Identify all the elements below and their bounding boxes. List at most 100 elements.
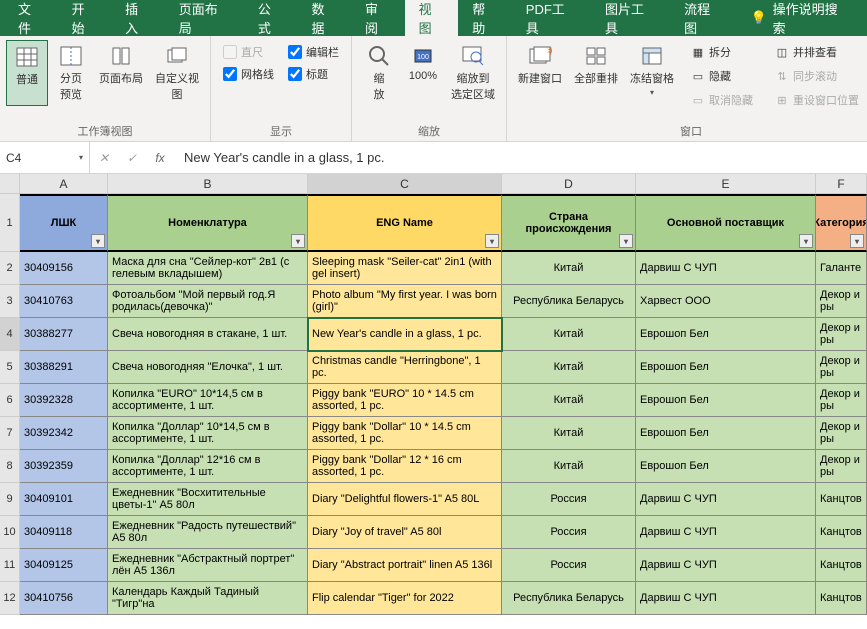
cell[interactable]: Декор и ры <box>816 417 867 450</box>
cell[interactable]: Еврошоп Бел <box>636 351 816 384</box>
cell[interactable]: Копилка "Доллар" 12*16 см в ассортименте… <box>108 450 308 483</box>
cell[interactable]: Харвест ООО <box>636 285 816 318</box>
cell[interactable]: Piggy bank "Dollar" 10 * 14.5 cm assorte… <box>308 417 502 450</box>
cell[interactable]: Ежедневник "Восхитительные цветы-1" А5 8… <box>108 483 308 516</box>
cell[interactable]: Diary "Delightful flowers-1" A5 80L <box>308 483 502 516</box>
page-break-preview-button[interactable]: 分页 预览 <box>50 40 92 106</box>
ruler-checkbox[interactable]: 直尺 <box>223 44 274 60</box>
formula-input[interactable]: New Year's candle in a glass, 1 pc. <box>174 150 867 165</box>
row-header[interactable]: 7 <box>0 417 20 450</box>
cell[interactable]: Дарвиш С ЧУП <box>636 252 816 285</box>
cell[interactable]: Китай <box>502 351 636 384</box>
cell[interactable]: Еврошоп Бел <box>636 417 816 450</box>
cell[interactable]: Маска для сна "Сейлер-кот" 2в1 (с гелевы… <box>108 252 308 285</box>
table-header-cell[interactable]: ENG Name▾ <box>308 194 502 252</box>
cell[interactable]: Свеча новогодняя в стакане, 1 шт. <box>108 318 308 351</box>
cell[interactable]: Дарвиш С ЧУП <box>636 582 816 615</box>
cell[interactable]: 30392342 <box>20 417 108 450</box>
arrange-all-button[interactable]: 全部重排 <box>569 40 623 114</box>
cell[interactable]: Еврошоп Бел <box>636 384 816 417</box>
cell[interactable]: Diary "Abstract portrait" linen A5 136l <box>308 549 502 582</box>
column-header[interactable]: D <box>502 174 636 194</box>
custom-views-button[interactable]: 自定义视图 <box>150 40 204 106</box>
zoom-button[interactable]: 缩 放 <box>358 40 400 106</box>
row-header[interactable]: 9 <box>0 483 20 516</box>
tab-tell-me[interactable]: 💡操作说明搜索 <box>736 0 863 36</box>
cell[interactable]: Christmas candle "Herringbone", 1 pc. <box>308 351 502 384</box>
column-header[interactable]: E <box>636 174 816 194</box>
cell[interactable]: Sleeping mask "Seiler-cat" 2in1 (with ge… <box>308 252 502 285</box>
cell[interactable]: Дарвиш С ЧУП <box>636 516 816 549</box>
filter-button[interactable]: ▾ <box>485 234 499 248</box>
cell[interactable]: Декор и ры <box>816 450 867 483</box>
cell[interactable]: Декор и ры <box>816 318 867 351</box>
headings-checkbox[interactable]: 标题 <box>288 66 339 82</box>
column-header[interactable]: B <box>108 174 308 194</box>
tab-insert[interactable]: 插入 <box>111 0 165 36</box>
cell[interactable]: Свеча новогодняя "Елочка", 1 шт. <box>108 351 308 384</box>
cell[interactable]: 30409125 <box>20 549 108 582</box>
cell[interactable]: Китай <box>502 384 636 417</box>
cell[interactable]: 30409156 <box>20 252 108 285</box>
row-header[interactable]: 3 <box>0 285 20 318</box>
cell[interactable]: Photo album "My first year. I was born (… <box>308 285 502 318</box>
tab-help[interactable]: 帮助 <box>458 0 512 36</box>
sync-scroll-button[interactable]: ⇅同步滚动 <box>771 66 863 86</box>
column-header[interactable]: C <box>308 174 502 194</box>
tab-view[interactable]: 视图 <box>405 0 459 36</box>
column-header[interactable]: A <box>20 174 108 194</box>
tab-formulas[interactable]: 公式 <box>244 0 298 36</box>
cell[interactable]: Копилка "Доллар" 10*14,5 см в ассортимен… <box>108 417 308 450</box>
tab-picture-tools[interactable]: 图片工具 <box>591 0 670 36</box>
cell[interactable]: Еврошоп Бел <box>636 450 816 483</box>
enter-formula-button[interactable]: ✓ <box>118 142 146 173</box>
fx-icon[interactable]: fx <box>146 151 174 165</box>
cell[interactable]: 30392359 <box>20 450 108 483</box>
cell[interactable]: Китай <box>502 417 636 450</box>
cell[interactable]: Декор и ры <box>816 285 867 318</box>
cell[interactable]: Канцтов <box>816 483 867 516</box>
cell[interactable]: Канцтов <box>816 549 867 582</box>
gridlines-checkbox[interactable]: 网格线 <box>223 66 274 82</box>
cell[interactable]: Ежедневник "Радость путешествий" А5 80л <box>108 516 308 549</box>
cell[interactable]: 30410763 <box>20 285 108 318</box>
name-box[interactable]: C4 ▾ <box>0 142 90 173</box>
select-all-button[interactable] <box>0 174 20 194</box>
row-header[interactable]: 5 <box>0 351 20 384</box>
tab-data[interactable]: 数据 <box>297 0 351 36</box>
tab-home[interactable]: 开始 <box>58 0 112 36</box>
cell[interactable]: Декор и ры <box>816 384 867 417</box>
cell[interactable]: Flip calendar "Tiger" for 2022 <box>308 582 502 615</box>
row-header[interactable]: 1 <box>0 194 20 252</box>
row-header[interactable]: 12 <box>0 582 20 615</box>
filter-button[interactable]: ▾ <box>291 234 305 248</box>
cell[interactable]: Республика Беларусь <box>502 582 636 615</box>
freeze-panes-button[interactable]: 冻结窗格 ▾ <box>625 40 679 114</box>
filter-button[interactable]: ▾ <box>850 234 864 248</box>
filter-button[interactable]: ▾ <box>619 234 633 248</box>
cell[interactable]: Китай <box>502 318 636 351</box>
filter-button[interactable]: ▾ <box>91 234 105 248</box>
cell[interactable]: Дарвиш С ЧУП <box>636 483 816 516</box>
cell[interactable]: Канцтов <box>816 582 867 615</box>
table-header-cell[interactable]: Номенклатура▾ <box>108 194 308 252</box>
row-header[interactable]: 6 <box>0 384 20 417</box>
cell[interactable]: 30409118 <box>20 516 108 549</box>
cell[interactable]: 30388291 <box>20 351 108 384</box>
new-window-button[interactable]: ✶ 新建窗口 <box>513 40 567 114</box>
cancel-formula-button[interactable]: ✕ <box>90 142 118 173</box>
cell[interactable]: 30392328 <box>20 384 108 417</box>
tab-flowchart[interactable]: 流程图 <box>670 0 736 36</box>
cell[interactable]: Галанте <box>816 252 867 285</box>
cell[interactable]: Россия <box>502 483 636 516</box>
cell[interactable]: Дарвиш С ЧУП <box>636 549 816 582</box>
cell[interactable]: 30410756 <box>20 582 108 615</box>
unhide-button[interactable]: ▭取消隐藏 <box>687 90 757 110</box>
cell[interactable]: Россия <box>502 549 636 582</box>
column-header[interactable]: F <box>816 174 867 194</box>
cell[interactable]: Календарь Каждый Тадиный "Тигр"на <box>108 582 308 615</box>
cell[interactable]: Ежедневник "Абстрактный портрет" лён А5 … <box>108 549 308 582</box>
filter-button[interactable]: ▾ <box>799 234 813 248</box>
cell[interactable]: Россия <box>502 516 636 549</box>
cell[interactable]: Фотоальбом "Мой первый год.Я родилась(де… <box>108 285 308 318</box>
